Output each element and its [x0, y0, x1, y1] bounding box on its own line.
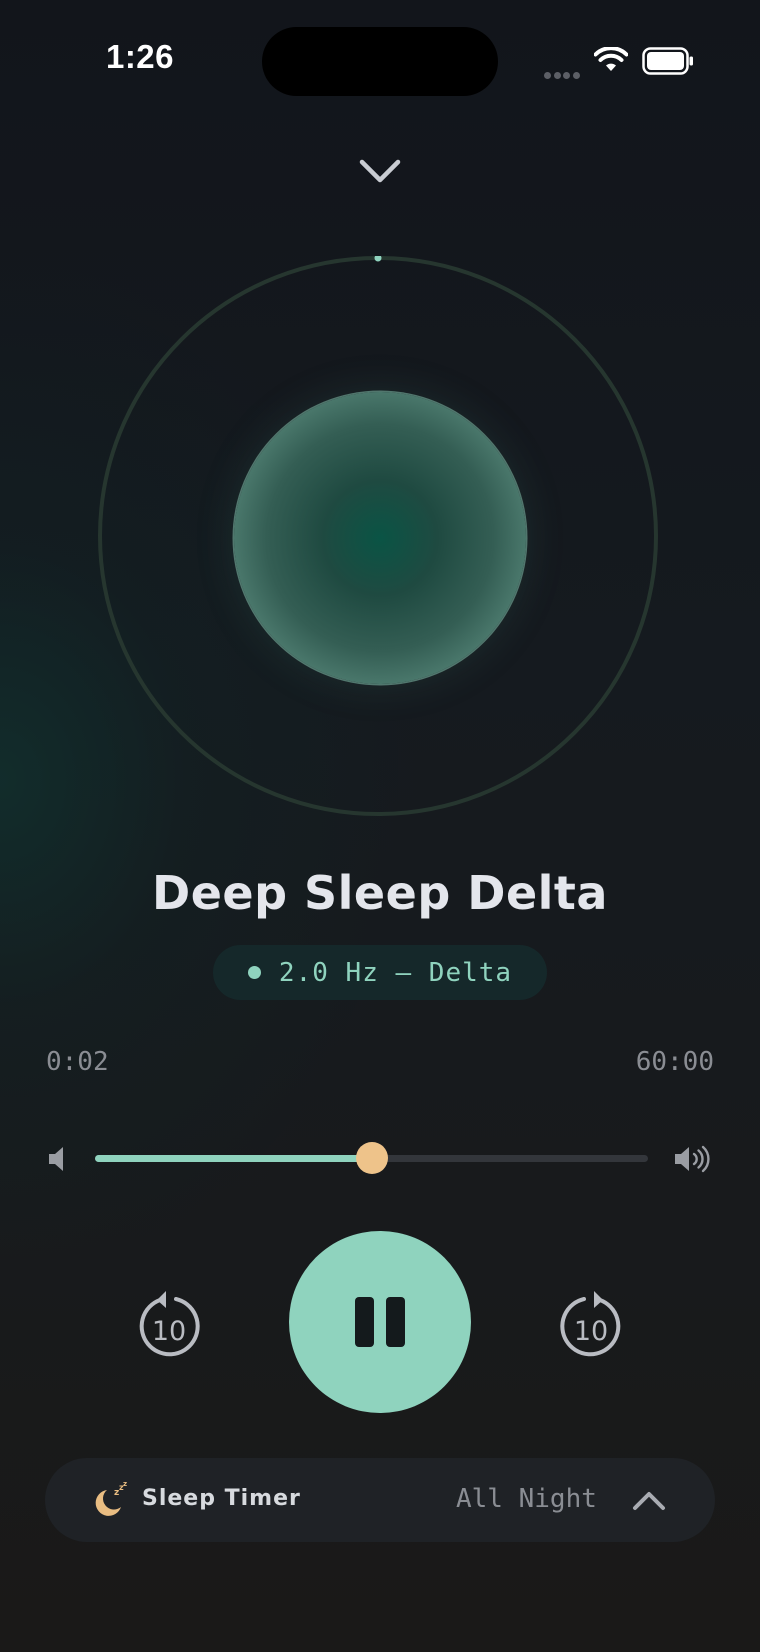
- pause-icon-bar: [386, 1297, 405, 1347]
- time-total: 60:00: [635, 1047, 714, 1077]
- battery-icon: [642, 47, 693, 75]
- sleep-timer-value[interactable]: All Night: [456, 1484, 597, 1514]
- track-title: Deep Sleep Delta: [152, 866, 608, 920]
- speaker-high-icon: [675, 1145, 710, 1173]
- pause-icon: [355, 1297, 374, 1347]
- breathing-orb: [234, 392, 526, 684]
- chevron-up-icon[interactable]: [632, 1488, 666, 1512]
- forward-seconds: 10: [574, 1316, 608, 1347]
- chevron-down-icon[interactable]: [356, 156, 404, 190]
- dynamic-island: [262, 27, 498, 96]
- status-time: 1:26: [105, 38, 175, 75]
- frequency-badge: 2.0 Hz — Delta: [213, 945, 547, 1000]
- speaker-low-icon: [49, 1147, 63, 1171]
- volume-slider-fill: [95, 1155, 372, 1162]
- frequency-dot: [247, 966, 261, 979]
- sleep-timer-label: Sleep Timer: [142, 1486, 301, 1511]
- progress-indicator: [374, 256, 382, 262]
- rewind-10-icon[interactable]: 10: [136, 1289, 202, 1359]
- rewind-seconds: 10: [152, 1316, 186, 1347]
- wifi-icon: [594, 47, 628, 71]
- time-elapsed: 0:02: [46, 1047, 109, 1077]
- pause-button[interactable]: [289, 1231, 471, 1413]
- frequency-text: 2.0 Hz — Delta: [278, 957, 513, 988]
- forward-10-icon[interactable]: 10: [558, 1289, 624, 1359]
- cellular-signal-icon: [544, 66, 582, 79]
- volume-slider-thumb[interactable]: [355, 1142, 388, 1174]
- svg-text:z: z: [123, 1481, 127, 1488]
- moon-zzz-icon: z z z: [95, 1481, 127, 1516]
